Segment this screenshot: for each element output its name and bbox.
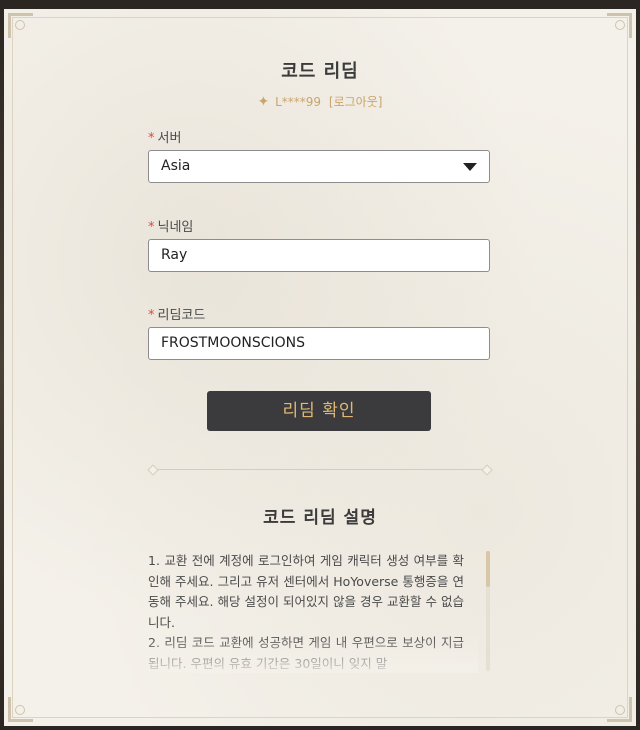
- section-divider: [152, 469, 488, 470]
- account-info: ✦ L****99 [로그아웃]: [4, 93, 636, 110]
- account-user: L****99: [275, 95, 322, 109]
- redeem-code-input[interactable]: FROSTMOONSCIONS: [148, 327, 490, 360]
- required-mark: *: [148, 220, 155, 235]
- page-title: 코드 리딤: [281, 61, 359, 82]
- nickname-label: * 닉네임: [148, 216, 193, 235]
- corner-ornament-bottom-right: [607, 697, 632, 722]
- nickname-value: Ray: [161, 247, 188, 263]
- description-text: 1. 교환 전에 계정에 로그인하여 게임 캐릭터 생성 여부를 확인해 주세요…: [148, 551, 464, 671]
- code-label-text: 리딤코드: [157, 308, 206, 323]
- nickname-input[interactable]: Ray: [148, 239, 490, 272]
- corner-ornament-bottom-left: [8, 697, 33, 722]
- description-title: 코드 리딤 설명: [263, 508, 377, 528]
- description-item: 1. 교환 전에 계정에 로그인하여 게임 캐릭터 생성 여부를 확인해 주세요…: [148, 553, 464, 630]
- server-label: * 서버: [148, 127, 181, 146]
- corner-ornament-top-right: [607, 13, 632, 38]
- redeem-submit-button[interactable]: 리딤 확인: [207, 391, 431, 431]
- server-label-text: 서버: [157, 131, 182, 146]
- description-scrollbar-thumb[interactable]: [486, 551, 490, 587]
- nickname-label-text: 닉네임: [157, 220, 194, 235]
- sparkle-icon: ✦: [257, 94, 270, 110]
- required-mark: *: [148, 308, 155, 323]
- redeem-panel: 코드 리딤 ✦ L****99 [로그아웃] * 서버 Asia * 닉네임 Ray…: [4, 9, 636, 726]
- chevron-down-icon: [463, 163, 477, 171]
- server-select[interactable]: Asia: [148, 150, 490, 183]
- code-label: * 리딤코드: [148, 304, 205, 323]
- description-item: 2. 리딤 코드 교환에 성공하면 게임 내 우편으로 보상이 지급됩니다. 우…: [148, 635, 464, 671]
- corner-ornament-top-left: [8, 13, 33, 38]
- logout-link[interactable]: [로그아웃]: [329, 95, 383, 109]
- server-value: Asia: [161, 158, 191, 174]
- redeem-code-value: FROSTMOONSCIONS: [161, 335, 305, 351]
- required-mark: *: [148, 131, 155, 146]
